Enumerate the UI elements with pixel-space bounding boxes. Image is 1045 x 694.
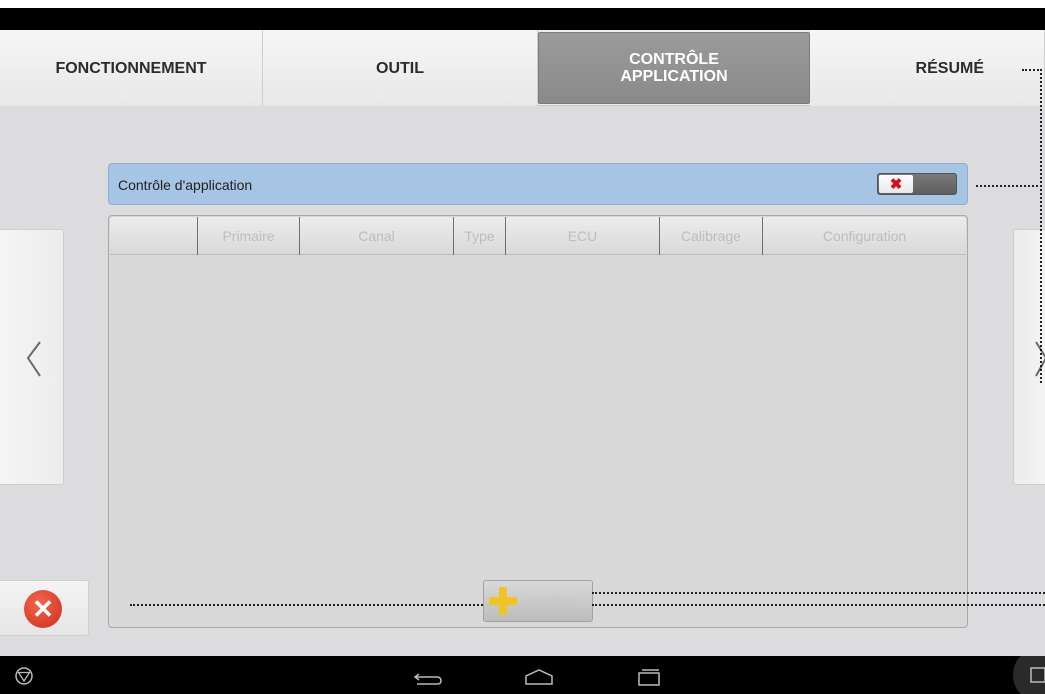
home-icon[interactable] — [524, 668, 554, 686]
column-header-primaire: Primaire — [198, 217, 300, 255]
leader-line — [130, 604, 483, 606]
leader-line — [976, 185, 1042, 187]
back-icon[interactable] — [413, 668, 443, 686]
column-header-canal: Canal — [300, 217, 454, 255]
leader-line — [592, 604, 1045, 606]
section-header: Contrôle d'application ✖ — [108, 163, 968, 205]
add-button-label: AJOUTER — [524, 595, 578, 607]
logo-icon — [15, 667, 33, 685]
leader-line — [1040, 69, 1042, 383]
camera-icon[interactable] — [993, 656, 1045, 694]
column-header-ecu: ECU — [506, 217, 660, 255]
column-header-configuration: Configuration — [822, 228, 907, 244]
table-header: Primaire Canal Type ECU Calibrage Config… — [110, 217, 966, 255]
status-bar — [0, 8, 1045, 30]
prev-page-button[interactable] — [0, 229, 64, 485]
column-header-type: Type — [454, 217, 506, 255]
data-table: Primaire Canal Type ECU Calibrage Config… — [108, 215, 968, 628]
tab-label: OUTIL — [376, 59, 424, 77]
tab-label: FONCTIONNEMENT — [55, 59, 207, 77]
android-nav-bar — [0, 656, 1045, 694]
chevron-left-icon — [26, 341, 41, 377]
cancel-button[interactable]: ✕ — [0, 580, 89, 636]
plus-icon — [489, 587, 517, 615]
tab-outil[interactable]: OUTIL — [263, 30, 538, 106]
tab-label: CONTRÔLE APPLICATION — [620, 51, 728, 85]
application-control-toggle[interactable]: ✖ — [877, 173, 957, 195]
tab-bar: FONCTIONNEMENT OUTIL CONTRÔLE APPLICATIO… — [0, 30, 1045, 106]
column-header — [110, 217, 198, 255]
tab-fonctionnement[interactable]: FONCTIONNEMENT — [0, 30, 263, 106]
recents-icon[interactable] — [637, 668, 661, 686]
toggle-x-icon: ✖ — [879, 175, 913, 193]
tab-controle-application[interactable]: CONTRÔLE APPLICATION — [538, 32, 810, 104]
add-button[interactable]: AJOUTER — [483, 580, 593, 622]
leader-line — [1022, 69, 1042, 71]
leader-line — [592, 592, 1045, 594]
tab-resume[interactable]: RÉSUMÉ — [810, 30, 1045, 106]
tab-label: RÉSUMÉ — [915, 59, 984, 77]
section-title: Contrôle d'application — [118, 177, 253, 193]
cancel-icon: ✕ — [24, 590, 62, 628]
column-header-calibrage: Calibrage — [660, 217, 763, 255]
